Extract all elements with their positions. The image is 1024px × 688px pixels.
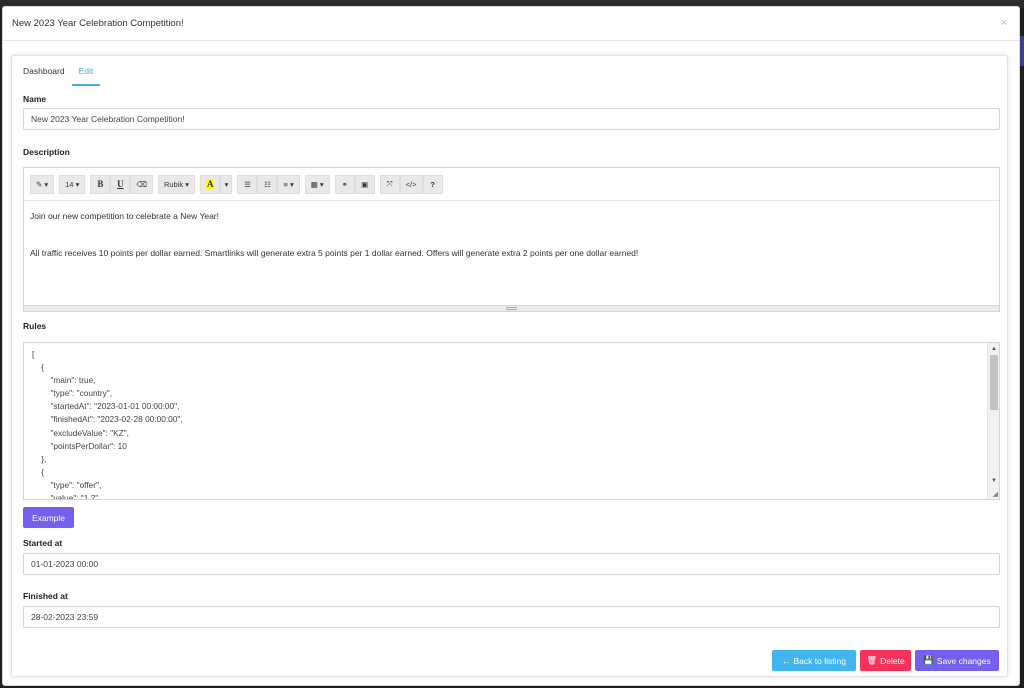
save-label: Save changes: [936, 655, 991, 666]
delete-button[interactable]: 🗑 Delete: [860, 650, 911, 671]
rules-textarea[interactable]: [ { "main": true, "type": "country", "st…: [23, 342, 1000, 500]
description-editor: ✎ ▾ 14 ▾ B U ⌫ Rubik ▾ A ▾ ☰ ☷ ≡ ▾ ▦ ▾ ⚭…: [23, 167, 1000, 312]
name-label: Name: [23, 94, 47, 104]
modal-title: New 2023 Year Celebration Competition!: [12, 18, 184, 29]
fullscreen-icon[interactable]: ⤧: [379, 174, 400, 194]
finished-label: Finished at: [23, 591, 68, 601]
modal-dialog: New 2023 Year Celebration Competition! ×…: [2, 6, 1020, 686]
tab-edit[interactable]: Edit: [71, 60, 101, 86]
grip-icon: [506, 307, 517, 310]
started-at-field[interactable]: [23, 553, 1000, 575]
example-button[interactable]: Example: [23, 507, 74, 528]
scroll-down-icon[interactable]: ▼: [988, 475, 999, 487]
resize-corner-icon[interactable]: ◢: [993, 490, 998, 498]
delete-label: Delete: [880, 655, 905, 666]
link-icon[interactable]: ⚭: [334, 174, 355, 194]
description-line-2: All traffic receives 10 points per dolla…: [30, 248, 639, 259]
back-label: Back to listing: [793, 655, 846, 666]
description-line-1: Join our new competition to celebrate a …: [30, 211, 220, 221]
code-view-icon[interactable]: </>: [399, 174, 423, 194]
floppy-disk-icon: 💾: [923, 655, 934, 665]
font-size-dropdown[interactable]: 14 ▾: [59, 174, 86, 194]
finished-at-field[interactable]: [23, 606, 1000, 628]
editor-content[interactable]: Join our new competition to celebrate a …: [24, 201, 999, 295]
unordered-list-icon[interactable]: ☰: [237, 174, 258, 194]
started-label: Started at: [23, 538, 63, 548]
scroll-up-icon[interactable]: ▲: [988, 343, 999, 355]
rules-json: [ { "main": true, "type": "country", "st…: [32, 349, 183, 500]
align-dropdown[interactable]: ≡ ▾: [277, 174, 300, 194]
text-color-button[interactable]: A: [199, 174, 221, 194]
bold-button[interactable]: B: [90, 174, 111, 194]
font-color-icon: A: [205, 179, 215, 189]
magic-wand-icon[interactable]: ✎ ▾: [30, 174, 55, 194]
font-family-dropdown[interactable]: Rubik ▾: [157, 174, 195, 194]
underline-button[interactable]: U: [110, 174, 131, 194]
eraser-icon[interactable]: ⌫: [130, 174, 153, 194]
modal-header: New 2023 Year Celebration Competition!: [3, 7, 1019, 41]
color-caret-icon[interactable]: ▾: [220, 174, 233, 194]
edit-panel: Dashboard Edit Name Description ✎ ▾ 14 ▾…: [11, 55, 1008, 677]
trash-icon: 🗑: [866, 655, 878, 665]
back-to-listing-button[interactable]: ← Back to listing: [772, 650, 856, 671]
rules-scrollbar[interactable]: ▲ ▼: [987, 343, 999, 499]
description-label: Description: [23, 147, 70, 157]
editor-resize-handle[interactable]: [23, 305, 1000, 312]
help-icon[interactable]: ?: [422, 174, 443, 194]
editor-toolbar: ✎ ▾ 14 ▾ B U ⌫ Rubik ▾ A ▾ ☰ ☷ ≡ ▾ ▦ ▾ ⚭…: [24, 168, 999, 201]
close-icon[interactable]: ×: [1001, 17, 1007, 29]
save-changes-button[interactable]: 💾 Save changes: [915, 650, 999, 671]
ordered-list-icon[interactable]: ☷: [257, 174, 278, 194]
scroll-thumb[interactable]: [990, 355, 998, 410]
table-dropdown[interactable]: ▦ ▾: [304, 174, 330, 194]
arrow-left-icon: ←: [782, 655, 791, 666]
rules-label: Rules: [23, 321, 47, 331]
name-field[interactable]: [23, 108, 1000, 130]
tab-bar: Dashboard Edit: [16, 60, 101, 86]
tab-dashboard[interactable]: Dashboard: [16, 60, 72, 86]
picture-icon[interactable]: ▣: [354, 174, 375, 194]
